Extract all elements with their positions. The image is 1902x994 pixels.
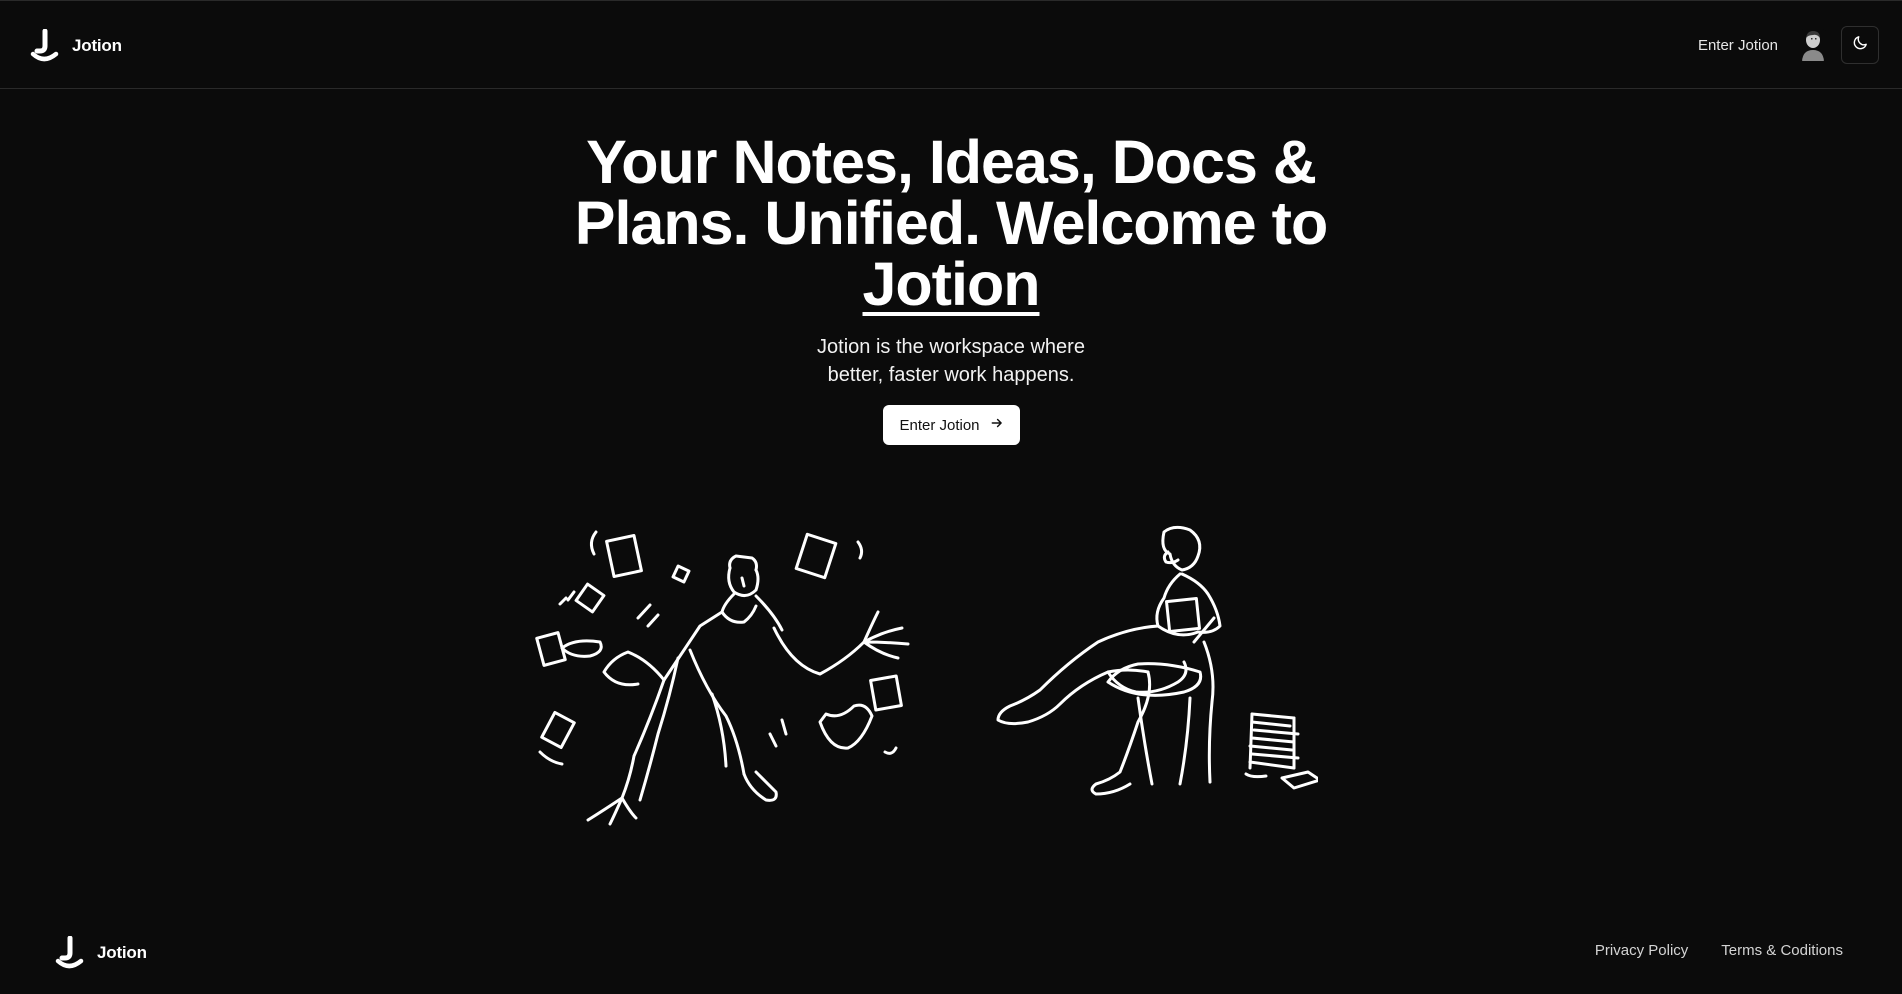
footer-brand-name: Jotion	[97, 942, 147, 962]
top-navbar: Jotion Enter Jotion	[0, 0, 1902, 89]
enter-jotion-button-label: Enter Jotion	[899, 416, 980, 434]
footer-brand[interactable]: Jotion	[55, 936, 147, 969]
reading-person-illustration	[968, 522, 1322, 812]
brand-name: Jotion	[72, 35, 122, 55]
theme-toggle-button[interactable]	[1841, 26, 1879, 64]
enter-jotion-link[interactable]: Enter Jotion	[1698, 37, 1778, 54]
hero-title: Your Notes, Ideas, Docs & Plans. Unified…	[540, 132, 1362, 315]
avatar[interactable]	[1800, 29, 1826, 61]
hero-title-text: Your Notes, Ideas, Docs & Plans. Unified…	[574, 128, 1328, 257]
flying-papers-illustration	[530, 520, 915, 835]
jotion-logo-icon	[55, 936, 84, 969]
jotion-logo-icon	[30, 29, 59, 62]
hero-subtitle-line1: Jotion is the workspace where	[817, 336, 1085, 358]
arrow-right-icon	[990, 416, 1004, 434]
hero-subtitle: Jotion is the workspace where better, fa…	[751, 333, 1151, 389]
enter-jotion-button[interactable]: Enter Jotion	[883, 405, 1020, 445]
moon-icon	[1852, 34, 1869, 56]
footer-links: Privacy Policy Terms & Coditions	[1595, 942, 1843, 959]
terms-conditions-link[interactable]: Terms & Coditions	[1721, 942, 1843, 959]
privacy-policy-link[interactable]: Privacy Policy	[1595, 942, 1688, 959]
hero-subtitle-line2: better, faster work happens.	[827, 364, 1075, 386]
navbar-actions: Enter Jotion	[1698, 26, 1879, 64]
hero-title-brand: Jotion	[862, 250, 1041, 318]
header-brand[interactable]: Jotion	[30, 29, 122, 62]
